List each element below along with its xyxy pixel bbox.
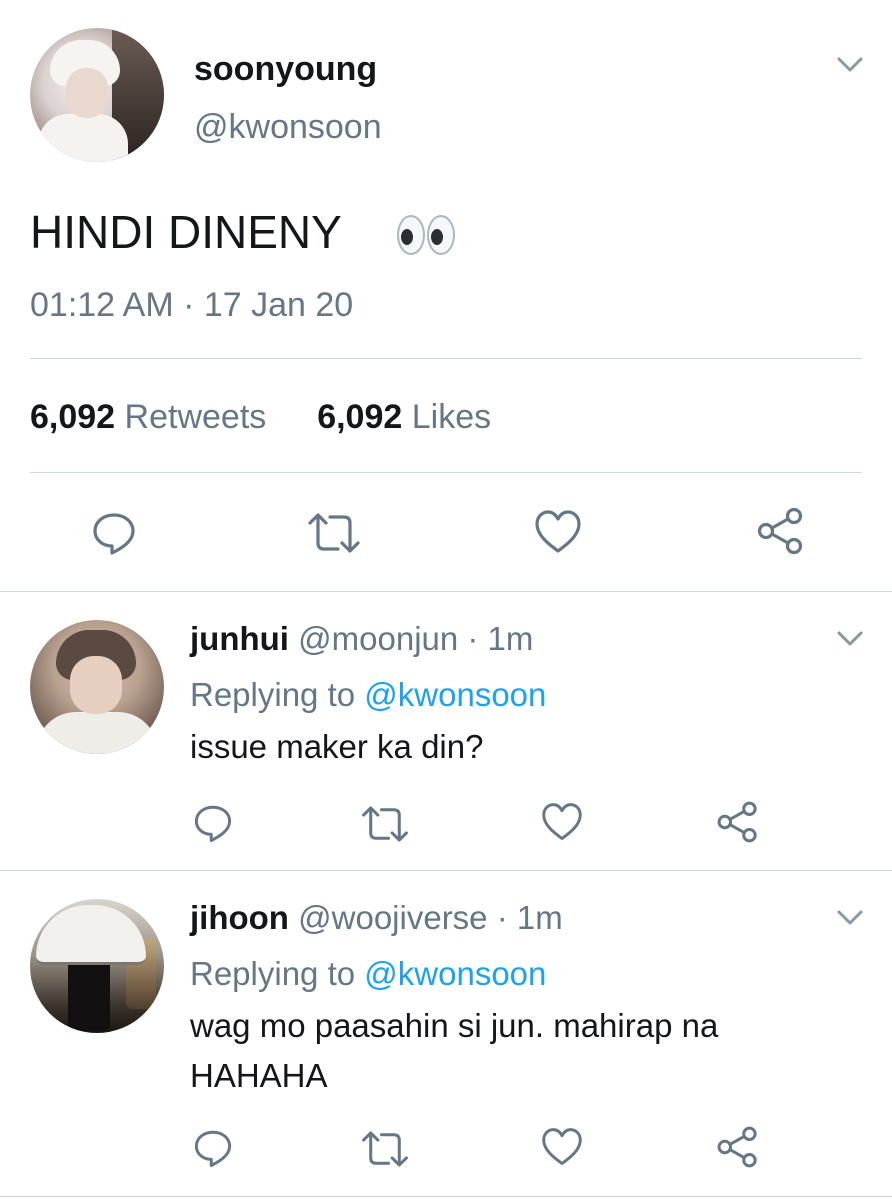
replying-mention[interactable]: @kwonsoon bbox=[364, 955, 546, 992]
retweets-label[interactable]: Retweets bbox=[125, 398, 267, 436]
share-icon[interactable] bbox=[716, 800, 760, 844]
like-icon[interactable] bbox=[533, 509, 583, 555]
chevron-down-icon[interactable] bbox=[836, 56, 864, 74]
like-icon[interactable] bbox=[540, 1127, 584, 1167]
likes-count[interactable]: 6,092 bbox=[317, 398, 402, 436]
tweet-stats: 6,092 Retweets 6,092 Likes bbox=[30, 398, 491, 437]
tweet-text: HINDI DINENY bbox=[30, 206, 342, 258]
author-display-name[interactable]: soonyoung bbox=[194, 50, 377, 89]
tweet-detail-page: soonyoung @kwonsoon HINDI DINENY 01:12 A… bbox=[0, 0, 892, 1200]
reply-tweet[interactable]: junhui @moonjun · 1m Replying to @kwonso… bbox=[0, 592, 892, 870]
reply-handle-time[interactable]: @moonjun · 1m bbox=[298, 620, 533, 657]
likes-label[interactable]: Likes bbox=[412, 398, 491, 436]
share-icon[interactable] bbox=[716, 1125, 760, 1169]
like-icon[interactable] bbox=[540, 802, 584, 842]
chevron-down-icon[interactable] bbox=[836, 909, 864, 927]
tweet-timestamp: 01:12 AM · 17 Jan 20 bbox=[30, 286, 354, 324]
retweets-count[interactable]: 6,092 bbox=[30, 398, 115, 436]
replying-prefix: Replying to bbox=[190, 955, 356, 992]
reply-text: issue maker ka din? bbox=[190, 728, 484, 765]
reply-text: wag mo paasahin si jun. mahirap na HAHAH… bbox=[190, 1007, 719, 1094]
replying-to: Replying to @kwonsoon bbox=[190, 955, 546, 993]
reply-header: junhui @moonjun · 1m bbox=[190, 620, 533, 658]
replying-prefix: Replying to bbox=[190, 676, 356, 713]
chevron-down-icon[interactable] bbox=[836, 630, 864, 648]
avatar[interactable] bbox=[30, 620, 164, 754]
reply-display-name[interactable]: jihoon bbox=[190, 899, 289, 936]
reply-header: jihoon @woojiverse · 1m bbox=[190, 899, 563, 937]
share-icon[interactable] bbox=[756, 506, 806, 556]
reply-icon[interactable] bbox=[192, 1127, 234, 1169]
avatar[interactable] bbox=[30, 899, 164, 1033]
reply-tweet[interactable]: jihoon @woojiverse · 1m Replying to @kwo… bbox=[0, 871, 892, 1200]
retweet-icon[interactable] bbox=[306, 511, 362, 555]
divider bbox=[0, 1196, 892, 1197]
reply-icon[interactable] bbox=[90, 509, 138, 557]
main-tweet: soonyoung @kwonsoon HINDI DINENY 01:12 A… bbox=[0, 0, 892, 592]
divider bbox=[30, 472, 862, 473]
reply-handle-time[interactable]: @woojiverse · 1m bbox=[298, 899, 563, 936]
retweet-icon[interactable] bbox=[360, 804, 410, 844]
retweet-icon[interactable] bbox=[360, 1129, 410, 1169]
eyes-emoji-icon bbox=[397, 215, 455, 255]
divider bbox=[30, 358, 862, 359]
author-handle[interactable]: @kwonsoon bbox=[194, 108, 382, 147]
replying-mention[interactable]: @kwonsoon bbox=[364, 676, 546, 713]
reply-display-name[interactable]: junhui bbox=[190, 620, 289, 657]
replying-to: Replying to @kwonsoon bbox=[190, 676, 546, 714]
avatar[interactable] bbox=[30, 28, 164, 162]
reply-icon[interactable] bbox=[192, 802, 234, 844]
